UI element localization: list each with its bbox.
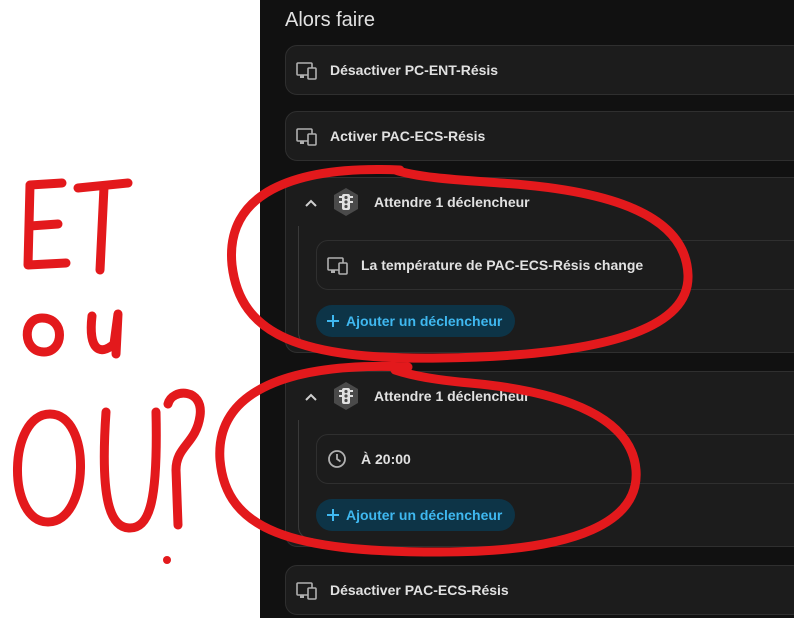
wait-label: Attendre 1 déclencheur (374, 388, 530, 404)
device-icon (296, 128, 317, 146)
device-icon (327, 257, 348, 275)
annotation-big-u (99, 407, 161, 533)
add-trigger-label: Ajouter un déclencheur (346, 313, 503, 329)
trigger-card-time[interactable]: À 20:00 (316, 434, 794, 484)
device-icon (296, 62, 317, 80)
annotation-letter-t (73, 178, 133, 193)
wait-label: Attendre 1 déclencheur (374, 194, 530, 210)
annotation-small-o (22, 313, 64, 357)
trigger-card-temperature[interactable]: La température de PAC-ECS-Résis change (316, 240, 794, 290)
annotation-question-mark (163, 388, 205, 530)
add-trigger-label: Ajouter un déclencheur (346, 507, 503, 523)
traffic-light-icon (334, 188, 358, 216)
clock-icon (328, 450, 346, 468)
action-label: Activer PAC-ECS-Résis (330, 128, 486, 144)
action-card-disable-pac-ecs[interactable]: Désactiver PAC-ECS-Résis (285, 565, 794, 615)
device-icon (296, 582, 317, 600)
plus-icon (327, 315, 339, 327)
action-card-activate-pac-ecs[interactable]: Activer PAC-ECS-Résis (285, 111, 794, 161)
trigger-label: À 20:00 (361, 451, 411, 467)
traffic-light-icon (334, 382, 358, 410)
chevron-up-icon[interactable] (304, 198, 318, 208)
action-label: Désactiver PC-ENT-Résis (330, 62, 499, 78)
annotation-letter-e (23, 178, 71, 270)
section-title: Alors faire (285, 9, 376, 31)
action-card-disable-pc-ent[interactable]: Désactiver PC-ENT-Résis (285, 45, 794, 95)
tree-connector (298, 420, 313, 539)
annotation-small-u (86, 309, 123, 359)
plus-icon (327, 509, 339, 521)
action-label: Désactiver PAC-ECS-Résis (330, 582, 509, 598)
wait-header[interactable]: Attendre 1 déclencheur (286, 178, 794, 226)
add-trigger-button[interactable]: Ajouter un déclencheur (316, 499, 516, 531)
chevron-up-icon[interactable] (304, 392, 318, 402)
tree-connector (298, 226, 313, 345)
add-trigger-button[interactable]: Ajouter un déclencheur (316, 305, 516, 337)
annotation-big-o (13, 409, 85, 527)
wait-header[interactable]: Attendre 1 déclencheur (286, 372, 794, 420)
trigger-label: La température de PAC-ECS-Résis change (361, 257, 644, 273)
wait-trigger-block-1: Attendre 1 déclencheur La température de… (285, 177, 794, 353)
wait-trigger-block-2: Attendre 1 déclencheur À 20:00 Ajouter u… (285, 371, 794, 547)
